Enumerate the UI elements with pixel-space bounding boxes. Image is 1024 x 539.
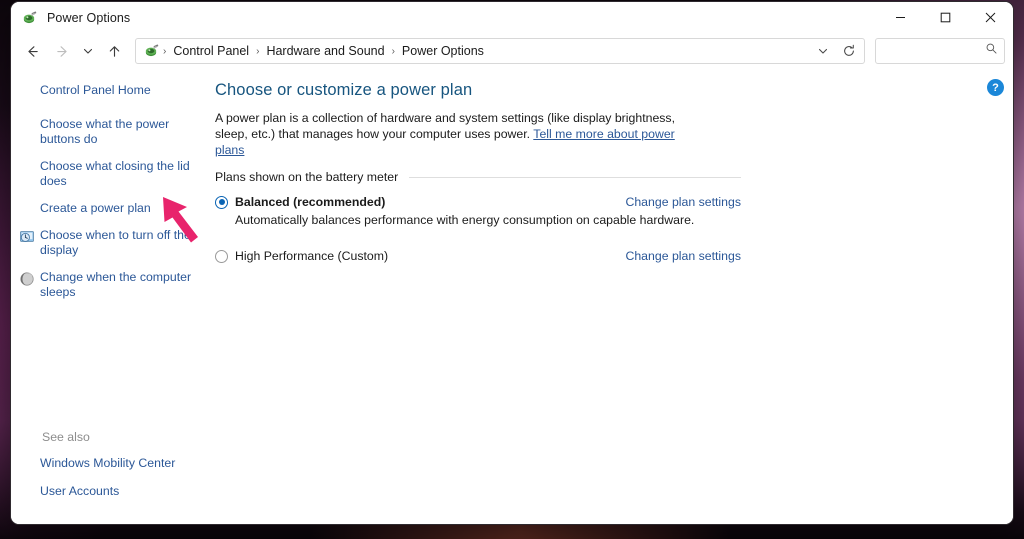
breadcrumb: › Control Panel › Hardware and Sound › P… [160, 42, 810, 60]
sidebar-item-label: Control Panel Home [40, 83, 151, 97]
sidebar-item-computer-sleeps[interactable]: Change when the computer sleeps [11, 270, 207, 300]
search-input[interactable] [882, 44, 985, 58]
see-also-heading: See also [42, 430, 90, 444]
sleep-moon-icon [19, 270, 37, 292]
breadcrumb-separator-0: › [163, 45, 167, 57]
window-body: Control Panel Home Choose what the power… [11, 69, 1013, 524]
breadcrumb-separator-1: › [256, 45, 260, 57]
search-icon [985, 42, 998, 60]
power-plan-balanced: Balanced (recommended) Change plan setti… [215, 195, 993, 227]
change-plan-settings-high-performance[interactable]: Change plan settings [625, 249, 741, 263]
power-options-icon [22, 10, 38, 26]
plan-description: Automatically balances performance with … [235, 213, 695, 227]
sidebar-item-turn-off-display[interactable]: Choose when to turn off the display [11, 228, 207, 258]
sidebar-item-label: Choose what closing the lid does [40, 159, 190, 188]
breadcrumb-actions [810, 39, 862, 63]
up-arrow-icon[interactable] [99, 36, 129, 66]
main-content: ? Choose or customize a power plan A pow… [207, 69, 1013, 524]
breadcrumb-item-hardware-and-sound[interactable]: Hardware and Sound [262, 42, 388, 60]
breadcrumb-power-options-icon [144, 43, 160, 59]
recent-locations-chevron-down-icon[interactable] [77, 36, 99, 66]
sidebar-item-create-power-plan[interactable]: Create a power plan [11, 201, 207, 216]
close-button[interactable] [968, 2, 1013, 33]
breadcrumb-item-power-options[interactable]: Power Options [398, 42, 488, 60]
sidebar-icon-blank-2 [19, 159, 37, 160]
plan-row[interactable]: High Performance (Custom) Change plan se… [215, 249, 741, 263]
sidebar-item-label: Choose what the power buttons do [40, 117, 170, 146]
radio-balanced[interactable] [215, 195, 228, 209]
window-title: Power Options [47, 10, 131, 25]
minimize-button[interactable] [878, 2, 923, 33]
sidebar-icon-blank-3 [19, 201, 37, 202]
sidebar: Control Panel Home Choose what the power… [11, 69, 207, 524]
breadcrumb-bar[interactable]: › Control Panel › Hardware and Sound › P… [135, 38, 865, 64]
see-also-icon-blank-0 [19, 456, 37, 457]
plan-name: High Performance (Custom) [235, 249, 389, 263]
power-options-window: Power Options › Control Panel › Hardware… [10, 1, 1014, 525]
sidebar-icon-blank-1 [19, 117, 37, 118]
title-bar: Power Options [11, 2, 1013, 33]
plan-name: Balanced (recommended) [235, 195, 386, 209]
sidebar-item-choose-power-buttons[interactable]: Choose what the power buttons do [11, 117, 207, 147]
forward-arrow-icon[interactable] [47, 36, 77, 66]
plans-group-header: Plans shown on the battery meter [215, 170, 741, 184]
address-dropdown-chevron-down-icon[interactable] [810, 39, 836, 63]
group-divider [409, 176, 741, 178]
see-also-list: Windows Mobility Center User Accounts [11, 456, 207, 524]
sidebar-item-label: Change when the computer sleeps [40, 270, 192, 299]
plans-group-label: Plans shown on the battery meter [215, 170, 399, 184]
change-plan-settings-balanced[interactable]: Change plan settings [625, 195, 741, 209]
breadcrumb-item-control-panel[interactable]: Control Panel [169, 42, 253, 60]
page-description: A power plan is a collection of hardware… [215, 110, 705, 158]
breadcrumb-separator-2: › [391, 45, 395, 57]
window-controls [878, 2, 1013, 33]
help-button[interactable]: ? [987, 79, 1004, 96]
maximize-button[interactable] [923, 2, 968, 33]
sidebar-item-label: Create a power plan [40, 201, 151, 215]
page-title: Choose or customize a power plan [215, 81, 473, 99]
sidebar-item-control-panel-home[interactable]: Control Panel Home [11, 83, 207, 98]
radio-high-performance[interactable] [215, 249, 228, 263]
search-box[interactable] [875, 38, 1005, 64]
refresh-icon[interactable] [836, 39, 862, 63]
sidebar-item-user-accounts[interactable]: User Accounts [11, 484, 207, 499]
back-arrow-icon[interactable] [17, 36, 47, 66]
plan-row[interactable]: Balanced (recommended) Change plan setti… [215, 195, 741, 209]
sidebar-icon-blank-0 [19, 83, 37, 84]
sidebar-item-label: Choose when to turn off the display [40, 228, 191, 257]
see-also-item-label: Windows Mobility Center [40, 456, 176, 470]
display-clock-icon [19, 228, 37, 250]
see-also-item-label: User Accounts [40, 484, 120, 498]
sidebar-item-choose-closing-lid[interactable]: Choose what closing the lid does [11, 159, 207, 189]
see-also-icon-blank-1 [19, 484, 37, 485]
sidebar-item-windows-mobility-center[interactable]: Windows Mobility Center [11, 456, 207, 471]
power-plan-high-performance: High Performance (Custom) Change plan se… [215, 249, 993, 263]
address-bar: › Control Panel › Hardware and Sound › P… [11, 33, 1013, 69]
